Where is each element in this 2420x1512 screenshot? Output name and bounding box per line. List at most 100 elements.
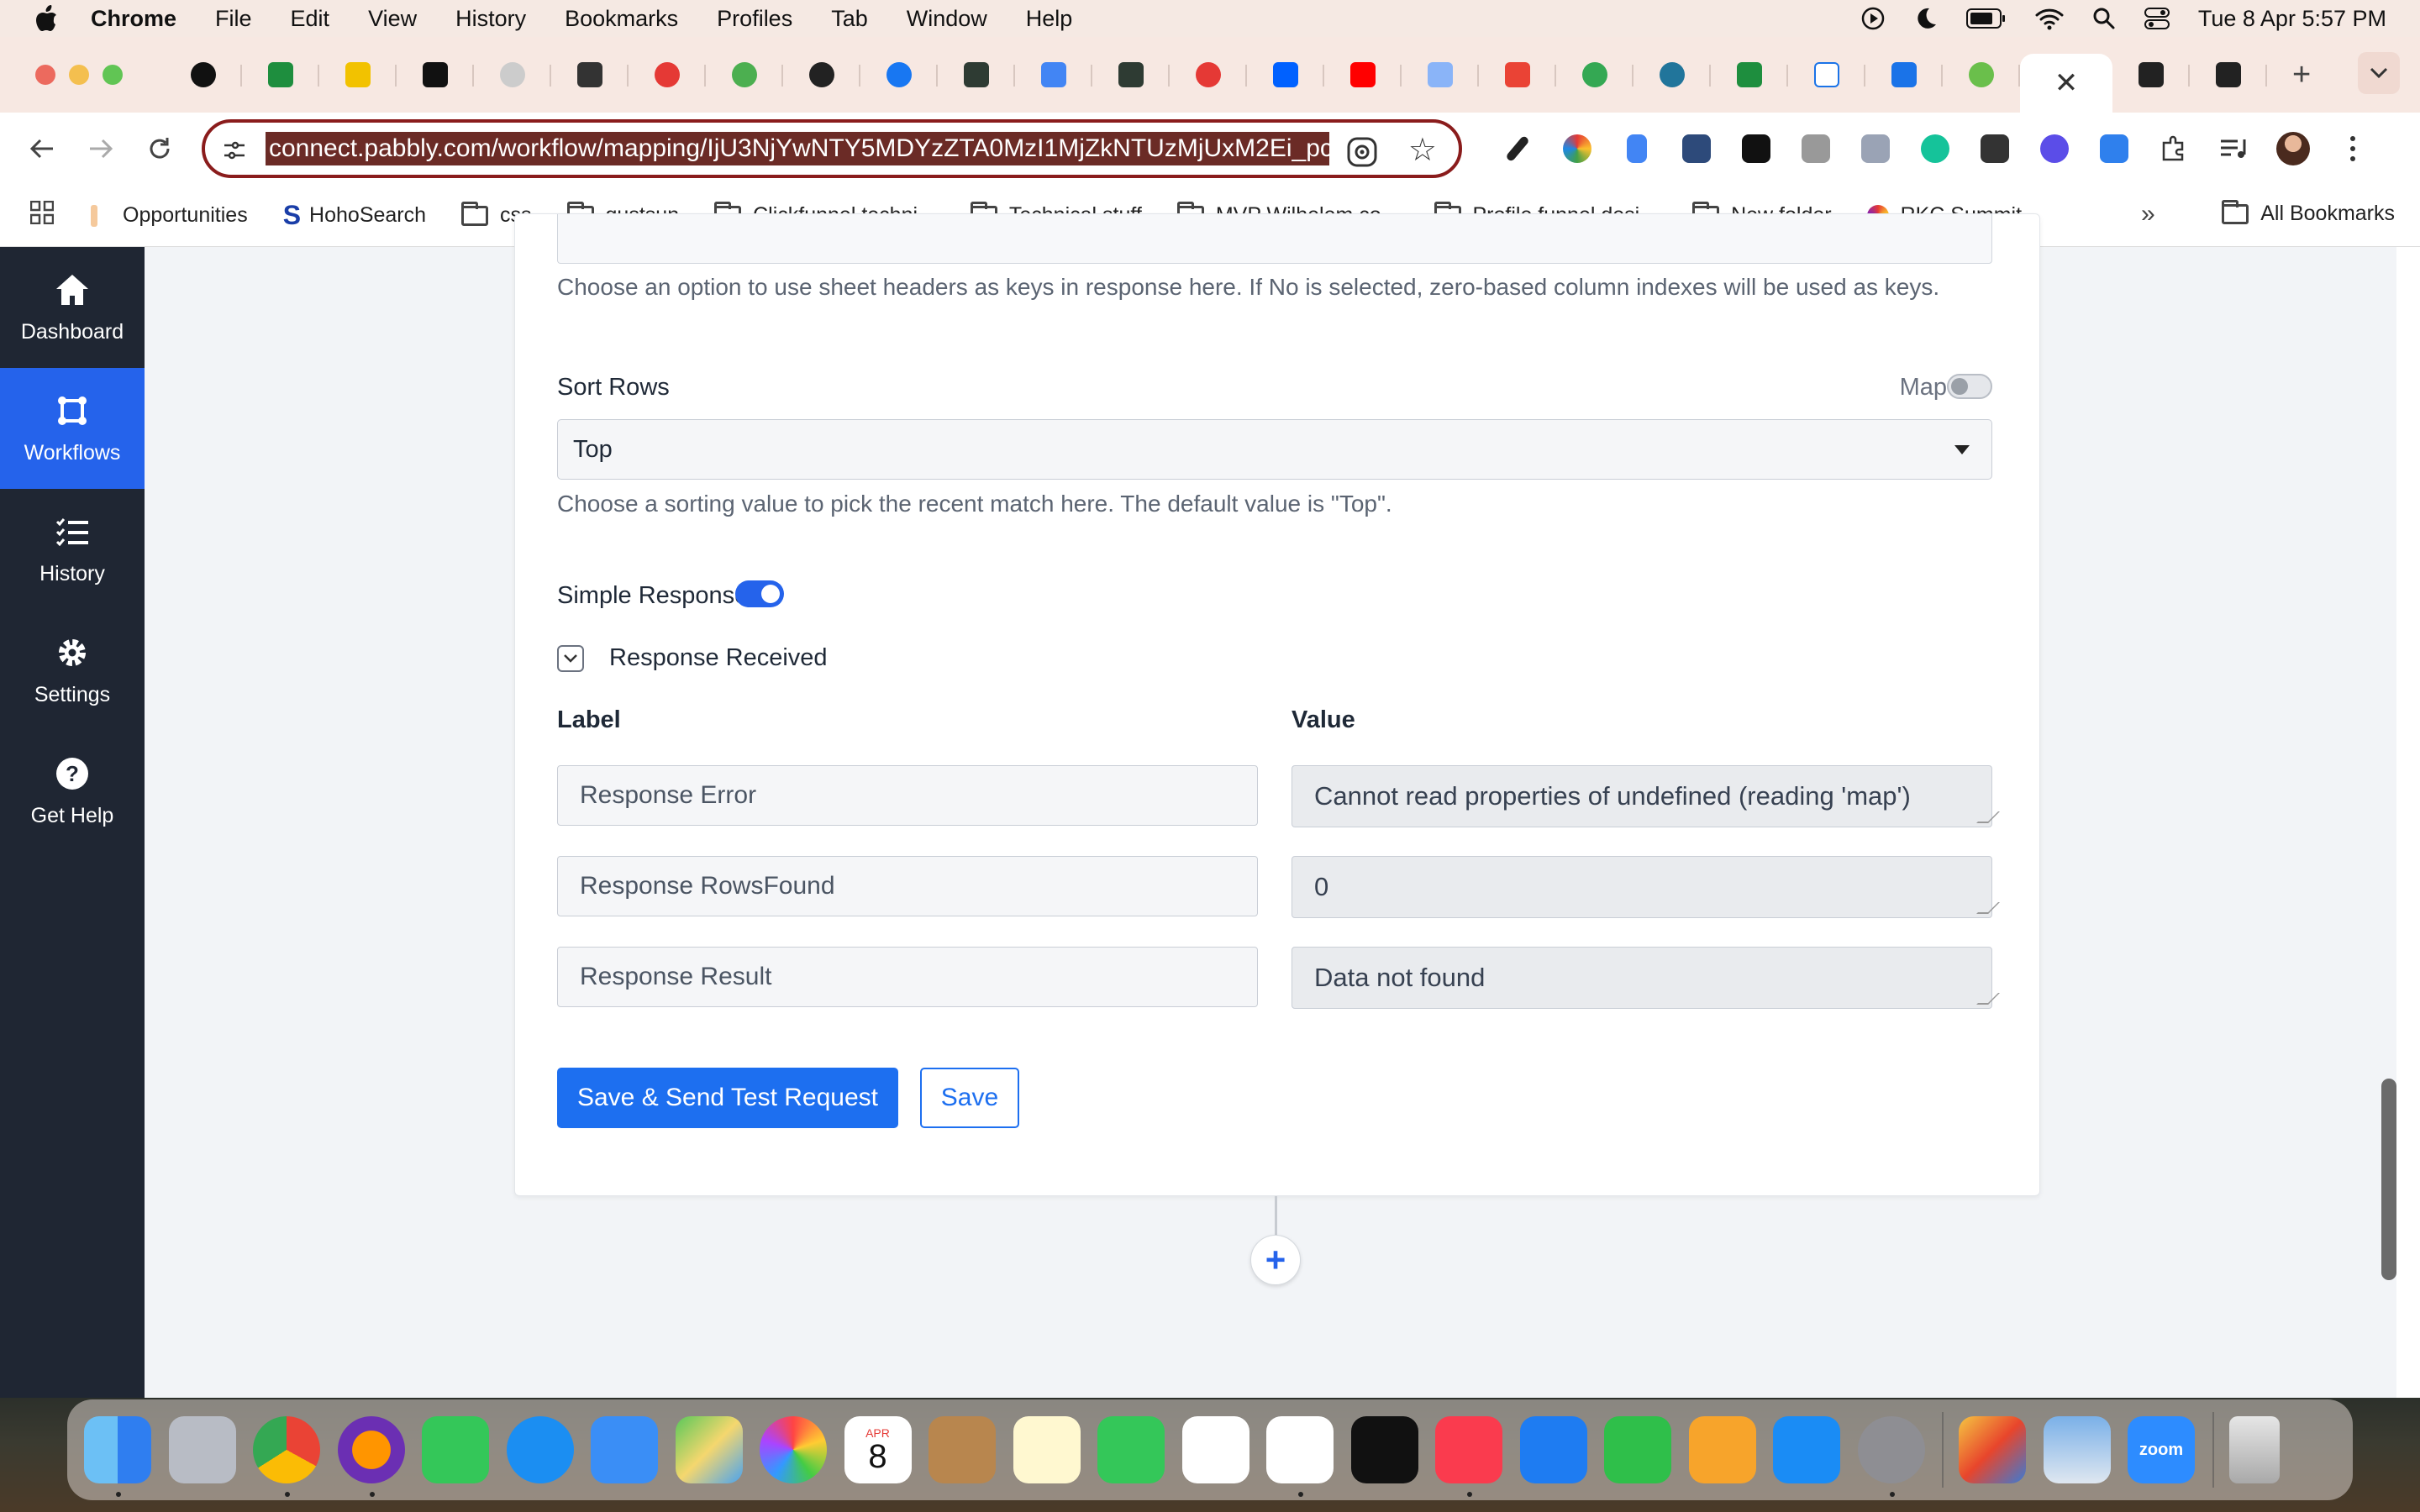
- contacts-icon[interactable]: [929, 1416, 996, 1483]
- bookmark-star-icon[interactable]: ☆: [1408, 131, 1437, 169]
- menu-edit[interactable]: Edit: [291, 6, 330, 32]
- freeform-icon[interactable]: [1266, 1416, 1334, 1497]
- moon-icon[interactable]: [1914, 6, 1938, 31]
- tab[interactable]: [1634, 50, 1711, 100]
- menu-help[interactable]: Help: [1026, 6, 1073, 32]
- apps-grid-icon[interactable]: [29, 200, 55, 230]
- reload-button[interactable]: [143, 132, 176, 165]
- sidebar-item-dashboard[interactable]: Dashboard: [0, 247, 145, 368]
- all-bookmarks[interactable]: All Bookmarks: [2222, 199, 2395, 226]
- media-button[interactable]: [2203, 128, 2263, 170]
- url-text[interactable]: connect.pabbly.com/workflow/mapping/IjU3…: [266, 132, 1329, 165]
- sheet-headers-select[interactable]: [557, 214, 1992, 264]
- menu-history[interactable]: History: [455, 6, 526, 32]
- tab[interactable]: [1711, 50, 1788, 100]
- response-label-field[interactable]: Response RowsFound: [557, 856, 1258, 916]
- menu-file[interactable]: File: [215, 6, 252, 32]
- response-label-field[interactable]: Response Result: [557, 947, 1258, 1007]
- maps-icon[interactable]: [675, 1416, 743, 1483]
- menu-view[interactable]: View: [368, 6, 417, 32]
- menu-clock[interactable]: Tue 8 Apr 5:57 PM: [2198, 6, 2386, 32]
- tab[interactable]: [1788, 50, 1865, 100]
- system-settings-icon[interactable]: [1857, 1416, 1925, 1497]
- tab[interactable]: [1247, 50, 1324, 100]
- add-step-button[interactable]: +: [1250, 1235, 1301, 1285]
- extensions-button[interactable]: [2144, 128, 2203, 170]
- sidebar-item-history[interactable]: History: [0, 489, 145, 610]
- zoom-icon[interactable]: zoom: [2128, 1416, 2195, 1483]
- control-center-icon[interactable]: [2144, 8, 2170, 29]
- extension-button[interactable]: [1666, 128, 1726, 170]
- response-label-field[interactable]: Response Error: [557, 765, 1258, 826]
- save-button[interactable]: Save: [920, 1068, 1019, 1128]
- tab[interactable]: [2190, 50, 2267, 100]
- profile-avatar[interactable]: [2263, 128, 2323, 170]
- facetime-icon[interactable]: [1097, 1416, 1165, 1483]
- map-toggle[interactable]: [1947, 374, 1992, 399]
- preview-icon[interactable]: [2043, 1416, 2111, 1483]
- extension-button[interactable]: [1726, 128, 1786, 170]
- response-value-field[interactable]: Data not found: [1292, 947, 1992, 1009]
- extension-button[interactable]: [1786, 128, 1845, 170]
- google-lens-icon[interactable]: [1346, 136, 1378, 172]
- extension-button[interactable]: [1965, 128, 2024, 170]
- extension-button[interactable]: [1845, 128, 1905, 170]
- site-settings-icon[interactable]: [222, 138, 247, 163]
- extension-button[interactable]: [1487, 128, 1547, 170]
- extension-button[interactable]: [1547, 128, 1607, 170]
- tab[interactable]: [860, 50, 938, 100]
- tab[interactable]: [1324, 50, 1402, 100]
- battery-icon[interactable]: [1965, 8, 2007, 29]
- page-scrollbar[interactable]: [2381, 1079, 2396, 1280]
- sort-rows-select[interactable]: Top: [557, 419, 1992, 480]
- simple-response-toggle[interactable]: [735, 580, 784, 607]
- apple-tv-icon[interactable]: [1350, 1416, 1418, 1483]
- messages-icon[interactable]: [422, 1416, 489, 1483]
- keynote-icon[interactable]: [1519, 1416, 1587, 1483]
- tab[interactable]: [1170, 50, 1247, 100]
- bookmark-opportunities[interactable]: Opportunities: [91, 203, 248, 228]
- tab[interactable]: [397, 50, 474, 100]
- extension-button[interactable]: [2084, 128, 2144, 170]
- sidebar-item-settings[interactable]: Settings: [0, 610, 145, 731]
- apple-icon[interactable]: [34, 4, 59, 33]
- tab[interactable]: [1402, 50, 1479, 100]
- photos-icon[interactable]: [760, 1416, 827, 1483]
- more-bookmarks-icon[interactable]: »: [2141, 200, 2155, 228]
- response-value-field[interactable]: Cannot read properties of undefined (rea…: [1292, 765, 1992, 827]
- numbers-icon[interactable]: [1604, 1416, 1671, 1483]
- back-button[interactable]: [25, 132, 59, 165]
- tab[interactable]: [938, 50, 1015, 100]
- minimize-window-button[interactable]: [69, 65, 89, 85]
- music-icon[interactable]: [1435, 1416, 1502, 1497]
- tab[interactable]: [783, 50, 860, 100]
- tab[interactable]: [1479, 50, 1556, 100]
- response-received-collapse-button[interactable]: [557, 645, 584, 672]
- extension-button[interactable]: [2024, 128, 2084, 170]
- tab[interactable]: [1015, 50, 1092, 100]
- chrome-icon[interactable]: [253, 1416, 320, 1497]
- menu-bookmarks[interactable]: Bookmarks: [565, 6, 678, 32]
- notes-icon[interactable]: [1013, 1416, 1081, 1483]
- menu-profiles[interactable]: Profiles: [717, 6, 792, 32]
- tab[interactable]: [474, 50, 551, 100]
- tab[interactable]: [1943, 50, 2020, 100]
- new-tab-button[interactable]: +: [2292, 57, 2311, 93]
- zoom-window-button[interactable]: [103, 65, 123, 85]
- finder-icon[interactable]: [84, 1416, 151, 1497]
- colorsync-icon[interactable]: [1959, 1416, 2026, 1483]
- mail-icon[interactable]: [591, 1416, 658, 1483]
- menu-window[interactable]: Window: [907, 6, 987, 32]
- menu-app-name[interactable]: Chrome: [91, 6, 176, 32]
- app-store-icon[interactable]: [1773, 1416, 1840, 1483]
- trash-icon[interactable]: [2228, 1416, 2280, 1483]
- pages-icon[interactable]: [1688, 1416, 1756, 1483]
- firefox-icon[interactable]: [337, 1416, 405, 1497]
- launchpad-icon[interactable]: [168, 1416, 236, 1483]
- close-window-button[interactable]: [35, 65, 55, 85]
- sidebar-item-get-help[interactable]: ? Get Help: [0, 731, 145, 852]
- spotlight-search-icon[interactable]: [2092, 7, 2116, 30]
- save-send-test-request-button[interactable]: Save & Send Test Request: [557, 1068, 898, 1128]
- extension-button[interactable]: [1905, 128, 1965, 170]
- play-icon[interactable]: [1860, 6, 1886, 31]
